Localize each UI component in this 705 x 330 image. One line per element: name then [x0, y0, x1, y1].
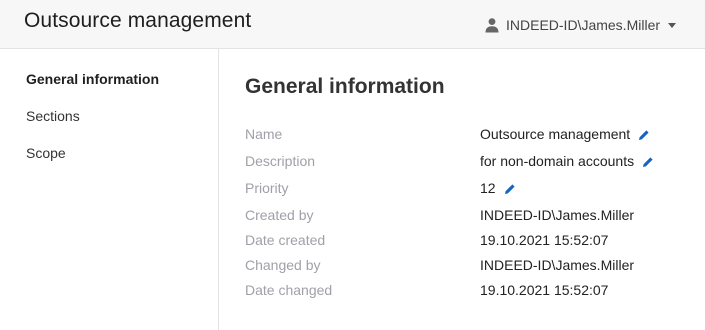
detail-row-priority: Priority 12 — [245, 180, 685, 200]
date-changed-value: 19.10.2021 15:52:07 — [480, 282, 609, 298]
priority-value: 12 — [480, 180, 496, 196]
pencil-icon[interactable] — [642, 155, 654, 167]
pencil-icon[interactable] — [638, 128, 650, 140]
description-value-wrap: for non-domain accounts — [480, 153, 654, 169]
detail-row-changed-by: Changed by INDEED-ID\James.Miller — [245, 257, 685, 277]
caret-down-icon — [668, 22, 677, 28]
user-name: INDEED-ID\James.Miller — [506, 17, 661, 33]
pencil-icon[interactable] — [504, 182, 516, 194]
sidebar-item-general-information[interactable]: General information — [26, 71, 159, 87]
priority-value-wrap: 12 — [480, 180, 516, 196]
detail-row-name: Name Outsource management — [245, 126, 685, 146]
sidebar-item-sections[interactable]: Sections — [26, 108, 80, 124]
detail-row-date-created: Date created 19.10.2021 15:52:07 — [245, 232, 685, 252]
detail-row-description: Description for non-domain accounts — [245, 153, 685, 173]
date-created-label: Date created — [245, 232, 326, 248]
name-label: Name — [245, 126, 283, 142]
description-label: Description — [245, 153, 316, 169]
page-title: General information — [245, 75, 445, 98]
user-menu[interactable]: INDEED-ID\James.Miller — [484, 14, 677, 36]
app-title: Outsource management — [24, 9, 252, 32]
date-changed-label: Date changed — [245, 282, 333, 298]
app-header: Outsource management INDEED-ID\James.Mil… — [0, 0, 705, 49]
name-value: Outsource management — [480, 126, 631, 142]
detail-row-created-by: Created by INDEED-ID\James.Miller — [245, 207, 685, 227]
changed-by-label: Changed by — [245, 257, 321, 273]
created-by-value: INDEED-ID\James.Miller — [480, 207, 635, 223]
sidebar-item-scope[interactable]: Scope — [26, 145, 66, 161]
priority-label: Priority — [245, 180, 289, 196]
changed-by-value: INDEED-ID\James.Miller — [480, 257, 635, 273]
created-by-label: Created by — [245, 207, 314, 223]
description-value: for non-domain accounts — [480, 153, 635, 169]
sidebar: General information Sections Scope — [0, 49, 219, 330]
name-value-wrap: Outsource management — [480, 126, 650, 142]
date-created-value: 19.10.2021 15:52:07 — [480, 232, 609, 248]
person-icon — [484, 17, 500, 33]
detail-row-date-changed: Date changed 19.10.2021 15:52:07 — [245, 282, 685, 302]
